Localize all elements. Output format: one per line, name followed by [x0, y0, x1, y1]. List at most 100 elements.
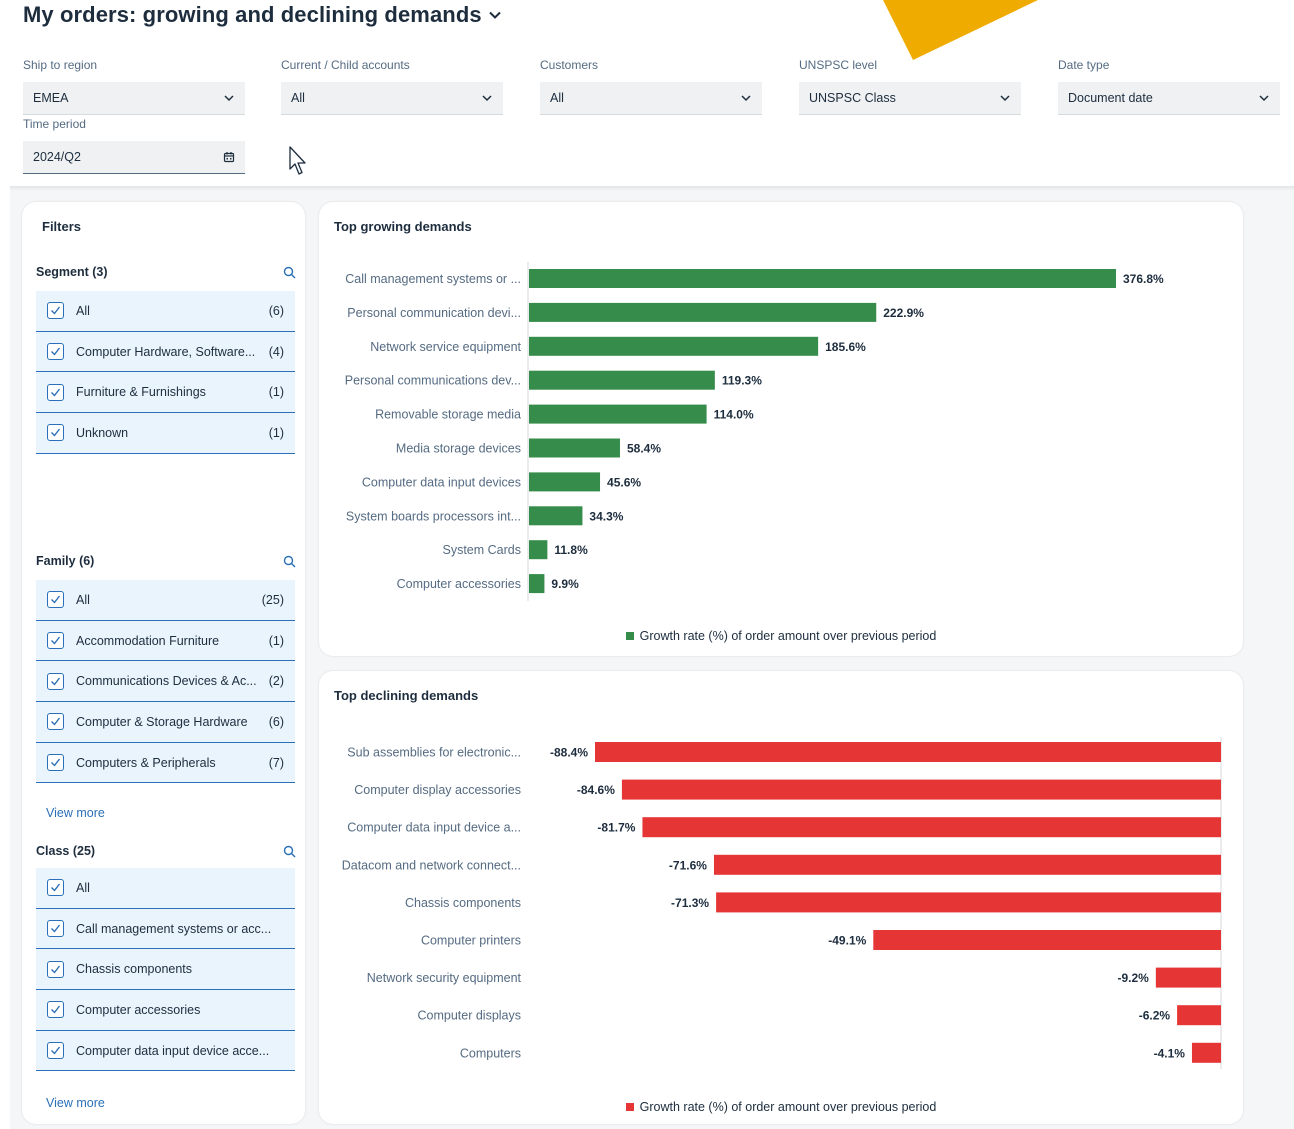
category-label: Computer printers — [421, 934, 521, 948]
checkbox[interactable] — [47, 383, 64, 401]
ship-to-region-filter: Ship to region EMEA — [23, 58, 245, 115]
bar — [529, 540, 548, 560]
checkbox[interactable] — [47, 672, 64, 690]
check-icon — [51, 388, 61, 397]
data-label: -49.1% — [828, 934, 866, 948]
search-icon[interactable] — [283, 555, 296, 568]
category-label: Call management systems or ... — [345, 272, 521, 286]
item-label: Furniture & Furnishings — [76, 385, 206, 400]
list-item[interactable]: All (6) — [36, 291, 295, 332]
item-label: All — [76, 880, 90, 895]
checkbox[interactable] — [47, 302, 64, 320]
declining-demands-card: Top declining demands Sub assemblies for… — [319, 671, 1243, 1124]
growing-demands-chart: Call management systems or ... 376.8% Pers… — [345, 262, 1164, 601]
class-title: Class (25) — [36, 844, 96, 858]
checkbox[interactable] — [47, 960, 64, 978]
date-type-select[interactable]: Document date — [1058, 82, 1280, 115]
list-item[interactable]: Computer data input device acce... — [36, 1030, 295, 1072]
checkbox[interactable] — [47, 1042, 64, 1060]
checkbox[interactable] — [47, 713, 64, 731]
segment-title: Segment (3) — [36, 265, 108, 279]
item-count: (6) — [268, 303, 284, 318]
check-icon — [51, 306, 61, 315]
list-item[interactable]: All — [36, 868, 295, 909]
category-label: Computers — [460, 1046, 521, 1060]
family-view-more-link[interactable]: View more — [46, 806, 105, 820]
checkbox[interactable] — [47, 879, 64, 897]
filters-panel: Filters Segment (3) All (6) Computer Hard… — [22, 202, 305, 1124]
select-value: EMEA — [33, 91, 69, 105]
bar — [642, 817, 1221, 838]
select-value: Document date — [1068, 91, 1153, 105]
bar — [716, 892, 1221, 913]
checkbox[interactable] — [47, 1001, 64, 1019]
filter-label: Date type — [1058, 58, 1110, 72]
page-header[interactable]: My orders: growing and declining demands — [23, 2, 502, 28]
class-view-more-link[interactable]: View more — [46, 1096, 105, 1110]
checkbox[interactable] — [47, 920, 64, 938]
family-header: Family (6) — [36, 554, 296, 568]
checkbox[interactable] — [47, 632, 64, 650]
ship-to-region-select[interactable]: EMEA — [23, 82, 245, 115]
chart-legend: Growth rate (%) of order amount over pre… — [319, 629, 1243, 643]
search-icon[interactable] — [283, 845, 296, 858]
bar — [1155, 967, 1221, 988]
item-label: Communications Devices & Ac... — [76, 674, 257, 689]
checkbox[interactable] — [47, 343, 64, 361]
data-label: 376.8% — [1123, 272, 1164, 286]
class-header: Class (25) — [36, 844, 296, 858]
item-count: (1) — [268, 385, 284, 400]
legend-label: Growth rate (%) of order amount over pre… — [639, 1100, 937, 1114]
chevron-down-icon[interactable] — [488, 8, 502, 22]
list-item[interactable]: Chassis components — [36, 949, 295, 991]
check-icon — [51, 428, 61, 437]
check-icon — [51, 758, 61, 767]
growing-demands-card: Top growing demands Call management syst… — [319, 202, 1243, 656]
checkbox[interactable] — [47, 591, 64, 609]
item-label: Unknown — [76, 425, 129, 440]
list-item[interactable]: Computers & Peripherals (7) — [36, 742, 295, 784]
list-item[interactable]: Computer Hardware, Software... (4) — [36, 331, 295, 373]
input-value: 2024/Q2 — [33, 150, 81, 164]
data-label: 11.8% — [554, 543, 588, 557]
accounts-select[interactable]: All — [281, 82, 503, 115]
unspsc-level-select[interactable]: UNSPSC Class — [799, 82, 1021, 115]
check-icon — [51, 677, 61, 686]
bar — [529, 574, 545, 594]
class-list: All Call management systems or acc... Ch… — [36, 868, 295, 1072]
category-label: Media storage devices — [396, 442, 521, 456]
data-label: -4.1% — [1154, 1046, 1186, 1060]
search-icon[interactable] — [283, 266, 296, 279]
category-label: Computer data input device a... — [347, 821, 521, 835]
list-item[interactable]: Communications Devices & Ac... (2) — [36, 661, 295, 703]
mouse-cursor-icon — [289, 146, 306, 175]
date-type-filter: Date type Document date — [1058, 58, 1280, 115]
check-icon — [51, 1046, 61, 1055]
filter-label: Ship to region — [23, 58, 98, 72]
bar — [529, 302, 877, 322]
category-label: Computer accessories — [397, 577, 521, 591]
list-item[interactable]: All (25) — [36, 580, 295, 621]
list-item[interactable]: Accommodation Furniture (1) — [36, 620, 295, 662]
item-count: (1) — [268, 633, 284, 648]
category-label: Computer displays — [417, 1009, 521, 1023]
category-label: Datacom and network connect... — [342, 858, 521, 872]
category-label: Sub assemblies for electronic... — [347, 746, 521, 760]
calendar-icon[interactable] — [223, 151, 235, 163]
bar — [713, 854, 1221, 875]
customers-select[interactable]: All — [540, 82, 762, 115]
chevron-down-icon — [1259, 95, 1269, 102]
list-item[interactable]: Computer accessories — [36, 990, 295, 1031]
checkbox[interactable] — [47, 754, 64, 772]
item-label: Computers & Peripherals — [76, 755, 216, 770]
list-item[interactable]: Furniture & Furnishings (1) — [36, 372, 295, 414]
list-item[interactable]: Call management systems or acc... — [36, 908, 295, 950]
category-label: Chassis components — [405, 896, 521, 910]
list-item[interactable]: Computer & Storage Hardware (6) — [36, 702, 295, 743]
list-item[interactable]: Unknown (1) — [36, 413, 295, 454]
chevron-down-icon — [741, 95, 751, 102]
time-period-input[interactable]: 2024/Q2 — [23, 141, 245, 174]
checkbox[interactable] — [47, 424, 64, 442]
family-title: Family (6) — [36, 554, 95, 568]
filter-label: UNSPSC level — [799, 58, 878, 72]
